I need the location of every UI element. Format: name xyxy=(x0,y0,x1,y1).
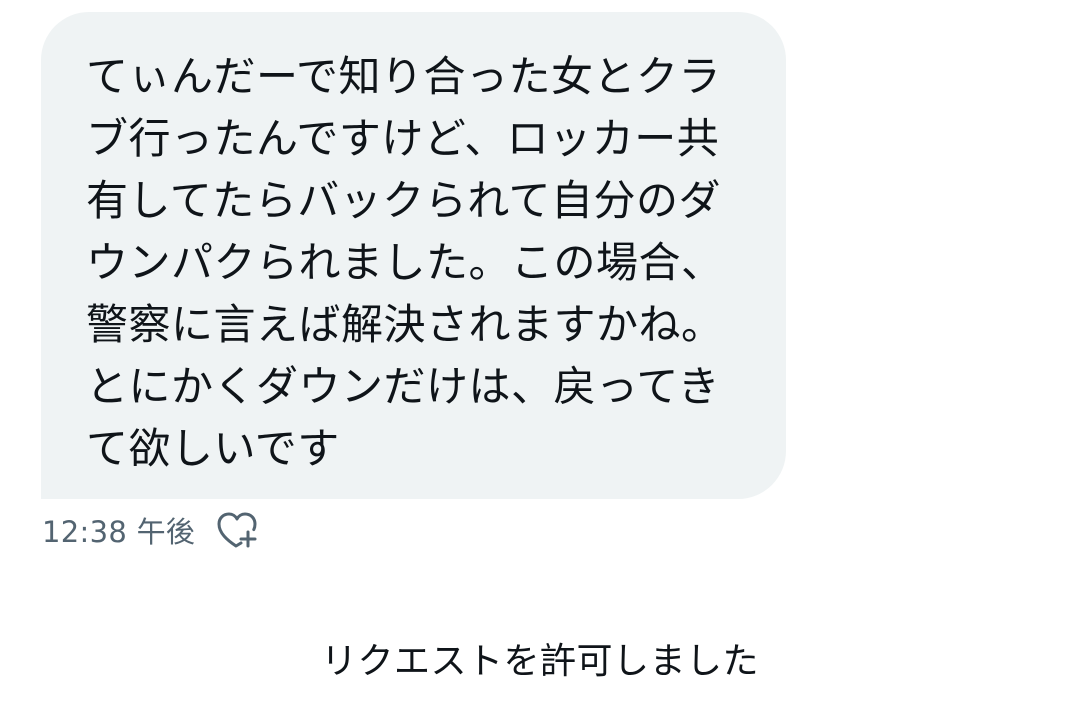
message-text: てぃんだーで知り合った女とクラ ブ行ったんですけど、ロッカー共 有してたらバック… xyxy=(86,52,724,473)
heart-plus-icon xyxy=(217,512,257,548)
message-bubble[interactable]: てぃんだーで知り合った女とクラ ブ行ったんですけど、ロッカー共 有してたらバック… xyxy=(41,12,786,499)
message-timestamp: 12:38 午後 xyxy=(42,515,196,549)
message-meta: 12:38 午後 xyxy=(42,510,259,550)
request-accepted-notice: リクエストを許可しました xyxy=(320,641,759,682)
react-button[interactable] xyxy=(215,510,259,550)
